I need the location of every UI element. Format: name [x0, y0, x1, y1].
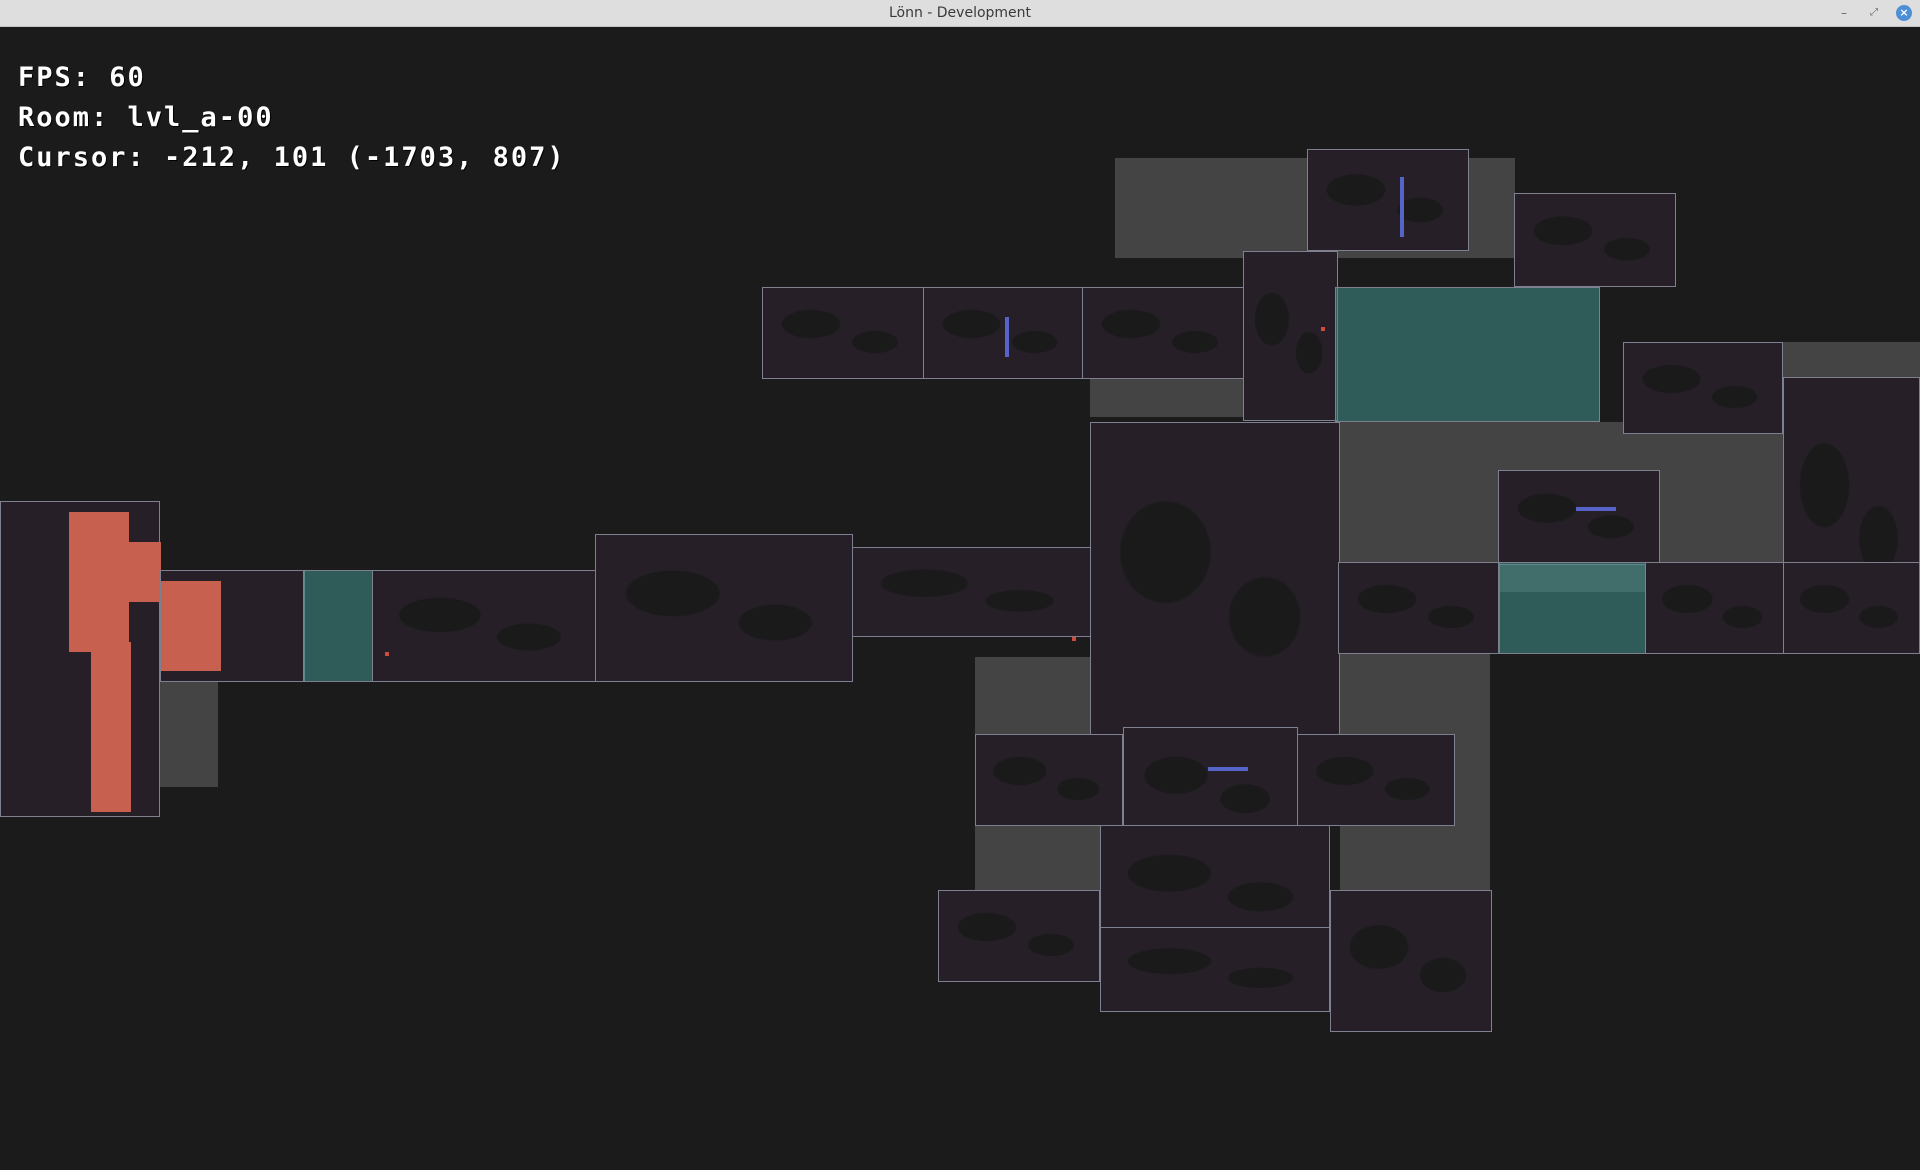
room[interactable]: [1090, 422, 1340, 747]
room[interactable]: [938, 890, 1100, 982]
room-highlighted[interactable]: [303, 570, 373, 682]
room-tiles: [1499, 471, 1659, 564]
room-tiles: [1339, 563, 1499, 653]
room-tiles: [853, 548, 1091, 636]
lava-region: [91, 642, 131, 812]
room[interactable]: [1330, 890, 1492, 1032]
room-highlighted[interactable]: [1335, 287, 1600, 422]
room-tiles: [976, 735, 1122, 825]
room-tiles: [1308, 150, 1468, 250]
room[interactable]: [1645, 562, 1785, 654]
room[interactable]: [0, 501, 161, 817]
room[interactable]: [1623, 342, 1783, 434]
room-tiles: [373, 571, 596, 681]
room-tiles: [763, 288, 923, 378]
room[interactable]: [852, 547, 1092, 637]
room[interactable]: [1338, 562, 1500, 654]
fps-readout: FPS: 60: [18, 62, 146, 93]
maximize-button[interactable]: ⤢: [1866, 5, 1882, 21]
tile-accent: [1005, 317, 1009, 357]
room-tiles: [924, 288, 1082, 378]
room-tiles: [1091, 423, 1339, 746]
spawn-marker[interactable]: [1321, 327, 1325, 331]
close-button[interactable]: ×: [1896, 5, 1912, 21]
room-tiles: [1101, 928, 1329, 1011]
room[interactable]: [1297, 734, 1455, 826]
lava-region: [161, 581, 221, 671]
filler-region[interactable]: [158, 682, 218, 787]
tile-accent: [1576, 507, 1616, 511]
minimize-button[interactable]: –: [1836, 5, 1852, 21]
room[interactable]: [1307, 149, 1469, 251]
room-tiles: [1331, 891, 1491, 1031]
room-tiles: [1624, 343, 1782, 433]
room-tiles: [1646, 563, 1784, 653]
tile-accent: [1400, 177, 1404, 237]
map-canvas[interactable]: FPS: 60 Room: lvl_a-00 Cursor: -212, 101…: [0, 27, 1920, 1170]
room[interactable]: [1100, 927, 1330, 1012]
window-title: Lönn - Development: [888, 5, 1032, 21]
room[interactable]: [975, 734, 1123, 826]
spawn-marker[interactable]: [385, 652, 389, 656]
tile-accent: [1208, 767, 1248, 771]
room-tiles: [1784, 563, 1919, 653]
lava-region: [116, 542, 161, 602]
room[interactable]: [1783, 562, 1920, 654]
room[interactable]: [1514, 193, 1676, 287]
room-tiles: [596, 535, 852, 681]
room[interactable]: [923, 287, 1083, 379]
spawn-marker[interactable]: [1072, 637, 1076, 641]
room[interactable]: [160, 570, 305, 682]
room[interactable]: [762, 287, 924, 379]
room[interactable]: [1498, 470, 1660, 565]
room-readout: Room: lvl_a-00: [18, 102, 274, 133]
room-tiles: [939, 891, 1099, 981]
room-tiles: [1515, 194, 1675, 286]
room-tiles: [1298, 735, 1454, 825]
room[interactable]: [1243, 251, 1338, 421]
room[interactable]: [595, 534, 853, 682]
room-tiles: [1244, 252, 1337, 420]
window-titlebar[interactable]: Lönn - Development – ⤢ ×: [0, 0, 1920, 27]
cursor-readout: Cursor: -212, 101 (-1703, 807): [18, 142, 566, 173]
room-tiles: [1083, 288, 1243, 378]
room-highlighted[interactable]: [1498, 562, 1646, 654]
room[interactable]: [1082, 287, 1244, 379]
room[interactable]: [372, 570, 597, 682]
